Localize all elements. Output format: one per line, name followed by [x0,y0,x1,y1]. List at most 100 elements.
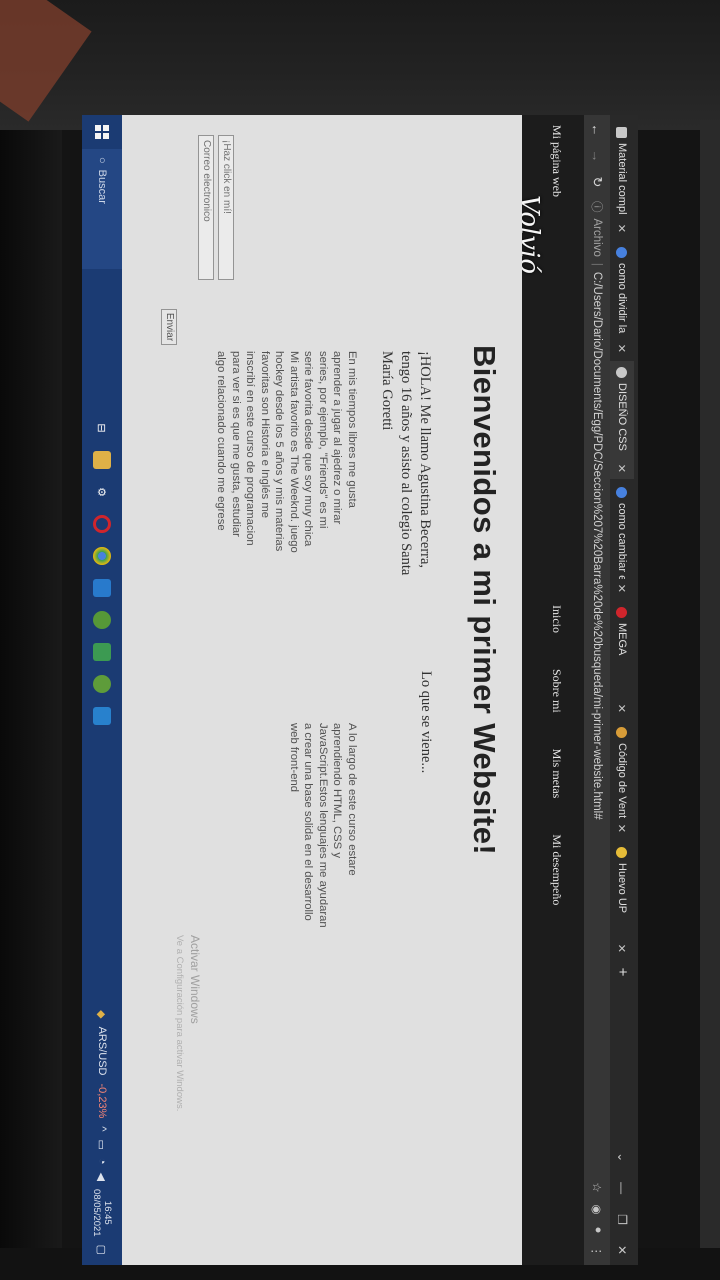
search-label: Buscar [96,169,108,204]
clock-date: 08/05/2021 [91,1189,102,1237]
vscode-icon[interactable] [93,707,111,725]
tab-search-icon[interactable]: ⌄ [615,1152,629,1162]
app-lime-icon[interactable] [93,643,111,661]
photo-background-left [0,130,62,1280]
browser-toolbar: ← → ↻ ⓘ Archivo | C:/Users/Dario/Documen… [584,115,610,1265]
coming-paragraph: A lo largo de este curso estare aprendie… [288,723,358,928]
email-field[interactable]: Correo electronico [198,135,214,280]
coming-title: Lo que se viene... [418,671,434,774]
close-window-icon[interactable]: ✕ [615,1245,629,1255]
maximize-icon[interactable]: ❐ [615,1214,629,1225]
system-tray: ◆ ARS/USD -0,23% ^ ▭ ◔ ◀ 16:45 08/05/202… [91,1010,113,1265]
currency-change: -0,23% [96,1083,108,1119]
app-green-icon[interactable] [93,611,111,629]
close-icon[interactable]: ✕ [616,704,629,713]
search-icon: ○ [96,157,108,164]
tab-title: como dividir la [616,263,628,334]
chrome-icon[interactable] [93,547,111,565]
minimize-icon[interactable]: — [615,1182,629,1194]
nav-link-mis-metas[interactable]: Mis metas [549,749,564,799]
tray-chevron-icon[interactable]: ^ [96,1126,108,1131]
bio-paragraph: En mis tiempos libres me gusta aprender … [215,351,359,553]
egg-icon [616,847,628,858]
site-nav-links: Inicio Sobre mi Mis metas Mi desempeño [549,605,564,905]
tab-title: como cambiar e [616,503,628,579]
tab-huevo-up[interactable]: Huevo UP ✕ [610,841,634,959]
hero-title: Bienvenidos a mi primer Website! [467,345,502,856]
profile-icon[interactable]: ● [590,1227,604,1234]
taskbar-search[interactable]: ○ Buscar [82,149,122,269]
new-tab-button[interactable]: + [610,961,634,983]
forward-icon[interactable]: → [590,149,605,163]
windows-taskbar: ○ Buscar ⊟ ⚙ ◆ ARS/USD -0,23% ^ ▭ ◔ ◀ 16… [82,115,122,1265]
url-text: C:/Users/Dario/Documents/Egg/PDC/Seccion… [591,271,603,820]
tab-codigo-de-venta[interactable]: Código de Vent ✕ [610,721,634,839]
tab-mega[interactable]: MEGA ✕ [610,601,634,719]
close-icon[interactable]: ✕ [616,584,629,593]
close-icon[interactable]: ✕ [616,824,629,833]
tab-title: Huevo UP [616,863,628,914]
file-explorer-icon[interactable] [93,451,111,469]
star-icon[interactable]: ☆ [590,1182,604,1192]
submit-button[interactable]: Enviar [161,309,177,345]
store-icon[interactable] [93,579,111,597]
photo-background-top [0,0,720,130]
chrome-icon [616,367,628,378]
extension-icon[interactable]: ◉ [590,1205,604,1215]
site-brand[interactable]: Mi página web [549,125,564,197]
windows-logo-icon [95,125,109,139]
contact-form: ¡Haz click en mí! Correo electronico [194,135,234,305]
menu-icon[interactable]: ⋮ [590,1246,604,1258]
tab-title: DISEÑO CSS [616,383,628,451]
app-green2-icon[interactable] [93,675,111,693]
nav-link-inicio[interactable]: Inicio [549,605,564,633]
back-icon[interactable]: ← [590,123,605,137]
monitor-screen: Material compl ✕ como dividir la ✕ DISEÑ… [82,115,638,1265]
settings-icon[interactable]: ⚙ [93,483,111,501]
tab-como-dividir[interactable]: como dividir la ✕ [610,241,634,359]
address-bar[interactable]: ⓘ Archivo | C:/Users/Dario/Documents/Egg… [589,201,605,1170]
tab-title: Código de Vent [616,743,628,819]
currency-label: ARS/USD [96,1026,108,1076]
nav-link-mi-desempeno[interactable]: Mi desempeño [549,834,564,905]
start-button[interactable] [95,115,109,149]
volume-icon[interactable]: ◀ [96,1173,109,1181]
reload-icon[interactable]: ↻ [589,175,605,189]
intro-text: ¡HOLA! Me llamo Agustina Becerra, tengo … [379,351,433,576]
nav-link-sobre-mi[interactable]: Sobre mi [549,669,564,713]
clock-time: 16:45 [102,1200,113,1225]
toolbar-actions: ☆ ◉ ● ⋮ [590,1182,604,1257]
tab-diseno-css[interactable]: DISEÑO CSS ✕ [610,361,634,479]
click-me-field[interactable]: ¡Haz click en mí! [218,135,234,280]
activate-windows-subtitle: Ve a Configuración para activar Windows. [174,935,185,1112]
info-icon: ⓘ [590,201,602,213]
activate-windows-notice: Activar Windows Ve a Configuración para … [174,935,202,1111]
close-icon[interactable]: ✕ [616,224,629,233]
close-icon[interactable]: ✕ [616,944,629,953]
scheme-label: Archivo [591,218,603,257]
tab-como-cambiar[interactable]: como cambiar e ✕ [610,481,634,599]
tab-material[interactable]: Material compl ✕ [610,121,634,239]
tab-title: MEGA [616,623,628,656]
taskbar-apps: ⊟ ⚙ [93,419,111,725]
tab-title: Material compl [616,143,628,215]
google-icon [616,487,628,498]
page-content: Bienvenidos a mi primer Website! ¡HOLA! … [122,115,522,1265]
activate-windows-title: Activar Windows [188,935,202,1024]
battery-icon[interactable]: ▭ [96,1140,109,1150]
divider: | [591,262,603,266]
clock[interactable]: 16:45 08/05/2021 [91,1189,113,1237]
network-icon[interactable]: ◔ [96,1158,108,1165]
document-icon [616,127,628,138]
site-navbar: Mi página web Inicio Sobre mi Mis metas … [514,115,584,1265]
window-controls: ⌄ — ❐ ✕ [610,1152,634,1265]
close-icon[interactable]: ✕ [616,344,629,353]
google-icon [616,247,628,258]
mega-icon [616,607,628,618]
code-icon [616,727,628,738]
opera-icon[interactable] [93,515,111,533]
notifications-icon[interactable]: ▢ [96,1245,109,1255]
browser-tab-strip: Material compl ✕ como dividir la ✕ DISEÑ… [610,115,638,1265]
task-view-icon[interactable]: ⊟ [93,419,111,437]
close-icon[interactable]: ✕ [616,464,629,473]
